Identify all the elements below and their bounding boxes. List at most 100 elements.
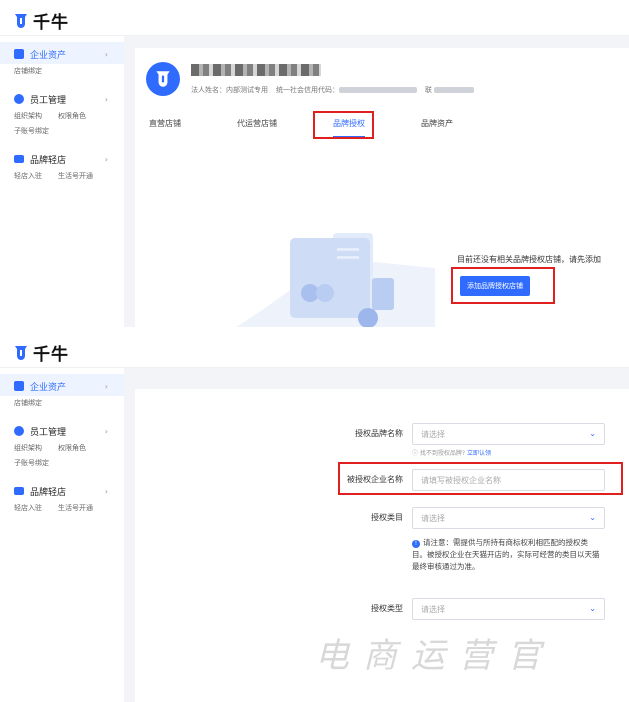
- category-notice-text: 请注意：需提供与所持有商标权利相匹配的授权类目。被授权企业在天猫开店的，实际可经…: [412, 538, 600, 571]
- contact-label: 联: [425, 86, 432, 94]
- sidebar-sublinks: 店铺绑定: [14, 397, 124, 409]
- sidebar-sublinks: 轻店入驻 生活号开通: [14, 170, 124, 182]
- chevron-right-icon: ›: [104, 486, 108, 496]
- building-icon: [14, 49, 24, 59]
- brand-name-label: 授权品牌名称: [355, 429, 403, 438]
- sidebar: 企业资产 › 店铺绑定 员工管理 › 组织架构 权限角色 子账号绑定 品牌轻店 …: [0, 368, 124, 702]
- qianniu-logo-icon: [156, 71, 170, 87]
- screenshot-panel-brand-list: 千牛 企业资产 › 店铺绑定 员工管理 › 组织架构 权限角色 子账号绑定 品牌…: [0, 0, 629, 327]
- highlight-box-tab: [313, 111, 374, 139]
- sidebar-link-life-account[interactable]: 生活号开通: [58, 171, 93, 181]
- sidebar-item-label: 员工管理: [30, 95, 67, 106]
- sidebar-group-assets: 企业资产 › 店铺绑定: [0, 46, 124, 77]
- sidebar-link-store-binding[interactable]: 店铺绑定: [14, 398, 42, 408]
- sidebar-item-enterprise-assets[interactable]: 企业资产 ›: [14, 46, 124, 62]
- sidebar-group-staff: 员工管理 › 组织架构 权限角色 子账号绑定: [0, 423, 124, 469]
- empty-state-text: 目前还没有相关品牌授权店铺，请先添加: [457, 255, 601, 264]
- highlight-box-add-button: [451, 267, 555, 304]
- store-icon: [14, 155, 24, 163]
- empty-state-illustration: [236, 233, 435, 327]
- chevron-right-icon: ›: [104, 94, 108, 104]
- chevron-right-icon: ›: [104, 154, 108, 164]
- company-avatar: [146, 62, 180, 96]
- top-bar: 千牛: [0, 332, 629, 368]
- chevron-down-icon: ⌄: [589, 513, 596, 522]
- brand-select[interactable]: 请选择 ⌄: [412, 423, 605, 445]
- chevron-down-icon: ⌄: [589, 429, 596, 438]
- top-bar: 千牛: [0, 0, 629, 36]
- sidebar-item-brand-light-store[interactable]: 品牌轻店 ›: [14, 483, 124, 499]
- chevron-right-icon: ›: [104, 426, 108, 436]
- credit-code: 统一社会信用代码：: [276, 85, 417, 95]
- category-select-placeholder: 请选择: [421, 513, 445, 523]
- sidebar-item-label: 品牌轻店: [30, 487, 67, 498]
- sidebar-item-label: 企业资产: [30, 50, 67, 61]
- chevron-down-icon: ⌄: [589, 604, 596, 613]
- auth-type-label: 授权类型: [371, 604, 403, 613]
- sidebar-item-enterprise-assets[interactable]: 企业资产 ›: [14, 378, 124, 394]
- sidebar-group-staff: 员工管理 › 组织架构 权限角色 子账号绑定: [0, 91, 124, 137]
- claim-now-link[interactable]: 立即认领: [467, 450, 491, 457]
- sidebar-link-org[interactable]: 组织架构: [14, 443, 42, 453]
- category-label: 授权类目: [371, 513, 403, 522]
- tab-direct-stores[interactable]: 直营店铺: [149, 118, 181, 136]
- qianniu-logo-icon: [15, 13, 27, 28]
- contact: 联: [425, 85, 475, 95]
- sidebar-sublinks: 子账号绑定: [14, 125, 124, 137]
- staff-icon: [14, 94, 24, 104]
- sidebar-link-subaccount[interactable]: 子账号绑定: [14, 458, 49, 468]
- staff-icon: [14, 426, 24, 436]
- tab-brand-assets[interactable]: 品牌资产: [421, 118, 453, 136]
- sidebar-link-org[interactable]: 组织架构: [14, 111, 42, 121]
- sidebar-link-store-binding[interactable]: 店铺绑定: [14, 66, 42, 76]
- chevron-right-icon: ›: [104, 381, 108, 391]
- sidebar-sublinks: 组织架构 权限角色: [14, 110, 124, 122]
- redacted-value: [434, 87, 475, 93]
- sidebar-item-label: 员工管理: [30, 427, 67, 438]
- sidebar-item-staff-management[interactable]: 员工管理 ›: [14, 91, 124, 107]
- legal-person: 法人姓名：内部测试专用: [191, 86, 268, 94]
- sidebar-sublinks: 组织架构 权限角色: [14, 442, 124, 454]
- sidebar: 企业资产 › 店铺绑定 员工管理 › 组织架构 权限角色 子账号绑定 品牌轻店 …: [0, 36, 124, 327]
- sidebar-link-subaccount[interactable]: 子账号绑定: [14, 126, 49, 136]
- logo[interactable]: 千牛: [13, 8, 69, 33]
- help-icon: ⓘ: [412, 450, 420, 457]
- brand-select-placeholder: 请选择: [421, 429, 445, 439]
- sidebar-link-life-account[interactable]: 生活号开通: [58, 503, 93, 513]
- credit-code-label: 统一社会信用代码：: [276, 86, 339, 94]
- info-icon: !: [412, 540, 420, 548]
- sidebar-item-staff-management[interactable]: 员工管理 ›: [14, 423, 124, 439]
- sidebar-item-label: 企业资产: [30, 382, 67, 393]
- sidebar-item-brand-light-store[interactable]: 品牌轻店 ›: [14, 151, 124, 167]
- brand-name: 千牛: [33, 13, 69, 33]
- sidebar-group-assets: 企业资产 › 店铺绑定: [0, 378, 124, 409]
- company-name-redacted: [191, 64, 321, 76]
- chevron-right-icon: ›: [104, 49, 108, 59]
- brand-hint-text: 找不到授权品牌?: [419, 450, 466, 457]
- category-select[interactable]: 请选择 ⌄: [412, 507, 605, 529]
- auth-type-select[interactable]: 请选择 ⌄: [412, 598, 605, 620]
- brand-hint: ⓘ 找不到授权品牌? 立即认领: [412, 448, 491, 457]
- sidebar-item-label: 品牌轻店: [30, 155, 67, 166]
- auth-type-placeholder: 请选择: [421, 604, 445, 614]
- sidebar-link-light-store-join[interactable]: 轻店入驻: [14, 503, 42, 513]
- category-notice: ! 请注意：需提供与所持有商标权利相匹配的授权类目。被授权企业在天猫开店的，实际可…: [412, 537, 602, 573]
- sidebar-link-roles[interactable]: 权限角色: [58, 443, 86, 453]
- sidebar-sublinks: 子账号绑定: [14, 457, 124, 469]
- store-icon: [14, 487, 24, 495]
- redacted-value: [339, 87, 417, 93]
- sidebar-sublinks: 店铺绑定: [14, 65, 124, 77]
- watermark: 电商运营官: [315, 636, 555, 676]
- brand-name: 千牛: [33, 345, 69, 365]
- sidebar-group-light-store: 品牌轻店 › 轻店入驻 生活号开通: [0, 483, 124, 514]
- qianniu-logo-icon: [15, 345, 27, 360]
- building-icon: [14, 381, 24, 391]
- sidebar-group-light-store: 品牌轻店 › 轻店入驻 生活号开通: [0, 151, 124, 182]
- logo[interactable]: 千牛: [13, 340, 69, 365]
- company-meta: 法人姓名：内部测试专用 统一社会信用代码： 联: [191, 85, 475, 95]
- tab-agency-stores[interactable]: 代运营店铺: [237, 118, 277, 136]
- sidebar-link-roles[interactable]: 权限角色: [58, 111, 86, 121]
- sidebar-sublinks: 轻店入驻 生活号开通: [14, 502, 124, 514]
- highlight-box-company-field: [338, 462, 623, 495]
- sidebar-link-light-store-join[interactable]: 轻店入驻: [14, 171, 42, 181]
